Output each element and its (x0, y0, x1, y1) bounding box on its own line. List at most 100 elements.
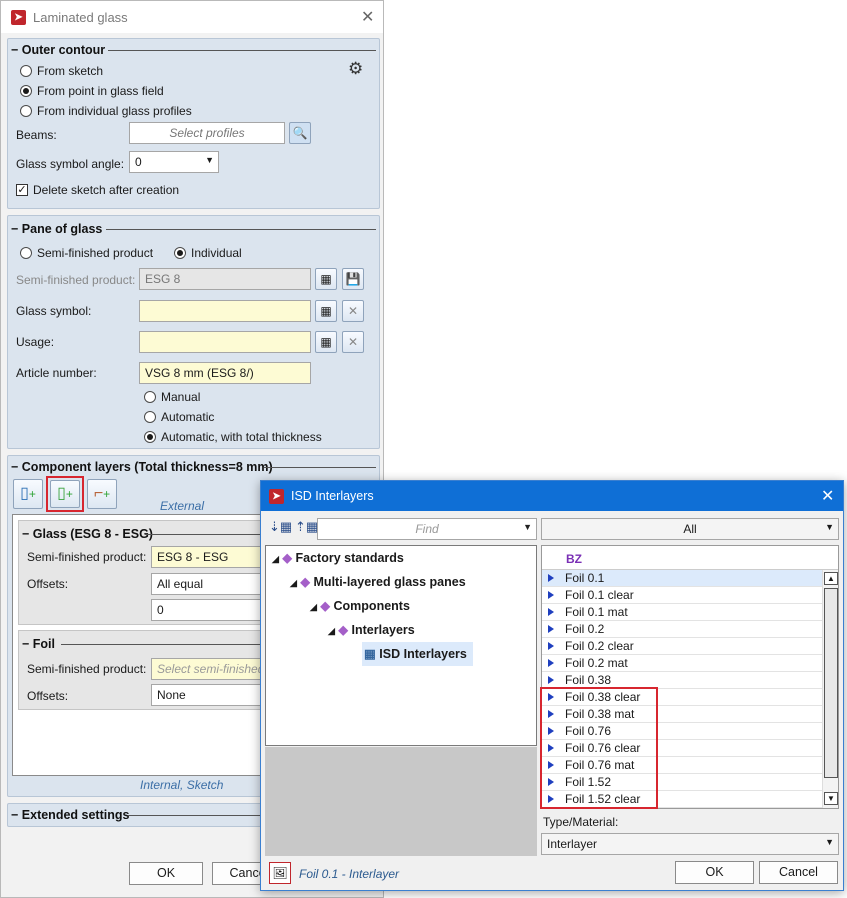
row-pointer-icon (548, 574, 554, 582)
list-item-label: Foil 0.2 mat (565, 656, 628, 670)
radio-automatic[interactable] (144, 411, 156, 423)
radio-individual[interactable] (174, 247, 186, 259)
tree-node-components[interactable]: ◢ ◆ Components (310, 594, 410, 618)
clear-icon[interactable]: ✕ (342, 300, 364, 322)
type-material-select[interactable]: Interlayer ▼ (541, 833, 839, 855)
internal-label: Internal, Sketch (140, 778, 224, 792)
title-bar: ➤ Laminated glass ✕ (1, 1, 383, 33)
list-item[interactable]: Foil 0.1 mat (542, 604, 822, 621)
list-item-label: Foil 0.38 (565, 673, 612, 687)
radio-from-profiles[interactable] (20, 105, 32, 117)
list-item-label: Foil 0.2 (565, 622, 605, 636)
expand-all-icon[interactable]: ⇣▦ (269, 519, 292, 535)
add-profile-layer-icon[interactable]: ⌐+ (87, 479, 117, 509)
list-item[interactable]: Foil 0.1 (542, 570, 822, 587)
list-item[interactable]: Foil 0.2 mat (542, 655, 822, 672)
catalog-icon[interactable]: ▦ (315, 331, 337, 353)
collapse-arrow-icon[interactable]: ◢ (328, 626, 335, 636)
ok-button[interactable]: OK (129, 862, 203, 885)
chevron-down-icon: ▼ (523, 522, 532, 532)
close-icon[interactable]: ✕ (361, 7, 374, 27)
radio-semi-finished[interactable] (20, 247, 32, 259)
clear-icon[interactable]: ✕ (342, 331, 364, 353)
delete-sketch-checkbox[interactable]: ✓ (16, 184, 28, 196)
catalog-icon[interactable]: ▦ (315, 268, 337, 290)
article-number-field[interactable]: VSG 8 mm (ESG 8/) (139, 362, 311, 384)
radio-manual-label: Manual (161, 390, 201, 404)
radio-individual-label: Individual (191, 246, 242, 260)
tree-node-interlayers[interactable]: ◢ ◆ Interlayers (328, 618, 415, 642)
type-material-value: Interlayer (547, 837, 598, 851)
select-profiles-icon[interactable]: 🔍 (289, 122, 311, 144)
collapse-all-icon[interactable]: ⇡▦ (295, 519, 318, 535)
radio-from-point-label: From point in glass field (37, 84, 164, 98)
filter-select[interactable]: All ▼ (541, 518, 839, 540)
chevron-down-icon: ▼ (205, 155, 214, 165)
table-icon: ▦ (364, 647, 376, 661)
add-foil-layer-icon[interactable]: ▯+ (50, 480, 80, 508)
foil-semi-label: Semi-finished product: (27, 662, 147, 676)
row-pointer-icon (548, 642, 554, 650)
radio-from-point[interactable] (20, 85, 32, 97)
tree-node-multi-layered[interactable]: ◢ ◆ Multi-layered glass panes (290, 570, 466, 594)
popup-ok-button[interactable]: OK (675, 861, 754, 884)
preview-image-icon[interactable]: 🖼 (269, 862, 291, 884)
book-icon: ◆ (282, 551, 293, 565)
glass-symbol-label: Glass symbol: (16, 304, 92, 318)
find-placeholder: Find (415, 522, 439, 536)
app-logo-icon: ➤ (11, 10, 26, 25)
delete-sketch-label: Delete sketch after creation (33, 183, 180, 197)
divider (264, 467, 376, 468)
angle-label: Glass symbol angle: (16, 157, 125, 171)
list-item[interactable]: Foil 0.2 (542, 621, 822, 638)
radio-automatic-total[interactable] (144, 431, 156, 443)
radio-manual[interactable] (144, 391, 156, 403)
article-number-label: Article number: (16, 366, 97, 380)
scroll-down-icon[interactable]: ▼ (824, 792, 838, 805)
close-icon[interactable]: ✕ (821, 486, 834, 506)
scroll-thumb[interactable] (824, 588, 838, 778)
find-input[interactable]: Find ▼ (317, 518, 537, 540)
add-glass-layer-icon[interactable]: ▯+ (13, 479, 43, 509)
status-bar: 🖼 Foil 0.1 - Interlayer OK Cancel (261, 857, 843, 890)
scrollbar[interactable]: ▲ ▼ (822, 570, 838, 808)
column-header-bz[interactable]: BZ (566, 552, 582, 566)
usage-field[interactable] (139, 331, 311, 353)
category-tree: ◢ ◆ Factory standards ◢ ◆ Multi-layered … (265, 545, 537, 746)
pane-of-glass-panel: − Pane of glass Semi-finished product In… (7, 215, 380, 449)
save-icon[interactable]: 💾 (342, 268, 364, 290)
list-item-label: Foil 0.1 clear (565, 588, 634, 602)
beams-field[interactable]: Select profiles (129, 122, 285, 144)
extended-heading: − Extended settings (11, 808, 130, 822)
chevron-down-icon: ▼ (825, 837, 834, 847)
radio-automatic-label: Automatic (161, 410, 215, 424)
radio-from-sketch[interactable] (20, 65, 32, 77)
list-header-row: BZ (542, 546, 838, 570)
catalog-icon[interactable]: ▦ (315, 300, 337, 322)
row-pointer-icon (548, 676, 554, 684)
tree-node-factory-standards[interactable]: ◢ ◆ Factory standards (272, 546, 404, 570)
list-item[interactable]: Foil 0.1 clear (542, 587, 822, 604)
glass-semi-label: Semi-finished product: (27, 550, 147, 564)
chevron-down-icon: ▼ (825, 522, 834, 532)
foil-selection-highlight (540, 687, 658, 809)
foil-offsets-label: Offsets: (27, 689, 69, 703)
popup-cancel-button[interactable]: Cancel (759, 861, 838, 884)
angle-select[interactable]: 0 ▼ (129, 151, 219, 173)
tree-node-isd-interlayers[interactable]: ▦ ISD Interlayers (362, 642, 473, 666)
radio-automatic-total-label: Automatic, with total thickness (161, 430, 322, 444)
list-item[interactable]: Foil 0.2 clear (542, 638, 822, 655)
row-pointer-icon (548, 625, 554, 633)
pane-heading: − Pane of glass (11, 222, 103, 236)
radio-from-sketch-label: From sketch (37, 64, 104, 78)
collapse-arrow-icon[interactable]: ◢ (310, 602, 317, 612)
glass-offsets-label: Offsets: (27, 577, 69, 591)
glass-symbol-field[interactable] (139, 300, 311, 322)
scroll-up-icon[interactable]: ▲ (824, 572, 838, 585)
popup-title-bar: ➤ ISD Interlayers ✕ (261, 481, 843, 511)
semi-finished-label: Semi-finished product: (16, 273, 136, 287)
collapse-arrow-icon[interactable]: ◢ (272, 554, 279, 564)
foil-layer-heading: − Foil (22, 637, 55, 651)
collapse-arrow-icon[interactable]: ◢ (290, 578, 297, 588)
gear-icon[interactable]: ⚙ (348, 59, 363, 79)
